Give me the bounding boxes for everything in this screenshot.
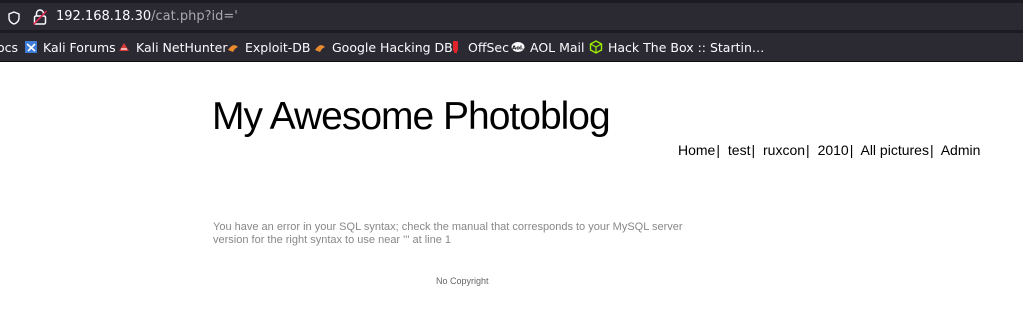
- url-text[interactable]: 192.168.18.30/cat.php?id=': [56, 9, 238, 25]
- htb-icon: [589, 40, 603, 54]
- bookmark-label: ocs: [0, 39, 19, 55]
- bookmark-aol-mail[interactable]: Aol. AOL Mail: [511, 39, 585, 55]
- bookmark-label: Kali NetHunter: [136, 39, 228, 55]
- nav-test[interactable]: test: [728, 142, 751, 158]
- url-path: /cat.php?id=': [151, 9, 238, 24]
- sql-error-message: You have an error in your SQL syntax; ch…: [213, 221, 683, 246]
- bookmark-exploit-db[interactable]: Exploit-DB: [226, 39, 310, 55]
- bookmark-label: Exploit-DB: [245, 39, 311, 55]
- ghdb-icon: [315, 45, 325, 52]
- bookmark-label: AOL Mail: [530, 39, 585, 55]
- exploit-db-icon: [228, 45, 238, 52]
- nav-ruxcon[interactable]: ruxcon: [763, 142, 805, 158]
- nav-all-pictures[interactable]: All pictures: [860, 142, 928, 158]
- nav-admin[interactable]: Admin: [941, 142, 981, 158]
- nav-separator: |: [806, 142, 810, 158]
- nav-separator: |: [716, 142, 720, 158]
- bookmark-kali-nethunter[interactable]: Kali NetHunter: [117, 39, 227, 55]
- bookmark-docs[interactable]: ocs: [0, 39, 18, 55]
- shield-icon[interactable]: [8, 11, 20, 25]
- url-host: 192.168.18.30: [56, 9, 152, 24]
- nav-separator: |: [849, 142, 854, 158]
- svg-text:Aol.: Aol.: [512, 45, 524, 51]
- bookmark-label: OffSec: [468, 39, 509, 55]
- bookmark-label: Kali Forums: [43, 39, 116, 55]
- nav-home[interactable]: Home: [678, 142, 715, 158]
- main-nav: Home| test| ruxcon| 2010| All pictures| …: [678, 142, 980, 158]
- bookmarks-bar: ocs Kali Forums Kali NetHunter Exploit-D…: [0, 33, 1023, 62]
- address-field[interactable]: 192.168.18.30/cat.php?id=': [0, 3, 1023, 30]
- nethunter-icon: [119, 43, 129, 51]
- footer-copyright: No Copyright: [436, 276, 489, 286]
- bookmark-label: Google Hacking DB: [332, 39, 453, 55]
- nav-separator: |: [751, 142, 756, 158]
- offsec-icon: [453, 41, 458, 53]
- nav-separator: |: [929, 142, 934, 158]
- nav-2010[interactable]: 2010: [818, 142, 849, 158]
- bookmark-label: Hack The Box :: Startin…: [608, 39, 765, 55]
- kali-forums-icon: [25, 41, 37, 53]
- bookmark-offsec[interactable]: OffSec: [449, 39, 509, 55]
- page-title: My Awesome Photoblog: [212, 95, 611, 138]
- aol-icon: Aol.: [511, 42, 525, 52]
- bookmark-google-hacking-db[interactable]: Google Hacking DB: [313, 39, 453, 55]
- bookmark-hack-the-box[interactable]: Hack The Box :: Startin…: [589, 39, 764, 55]
- insecure-lock-icon[interactable]: [33, 9, 47, 25]
- bookmark-kali-forums[interactable]: Kali Forums: [24, 39, 116, 55]
- browser-url-bar: 192.168.18.30/cat.php?id=': [0, 0, 1023, 33]
